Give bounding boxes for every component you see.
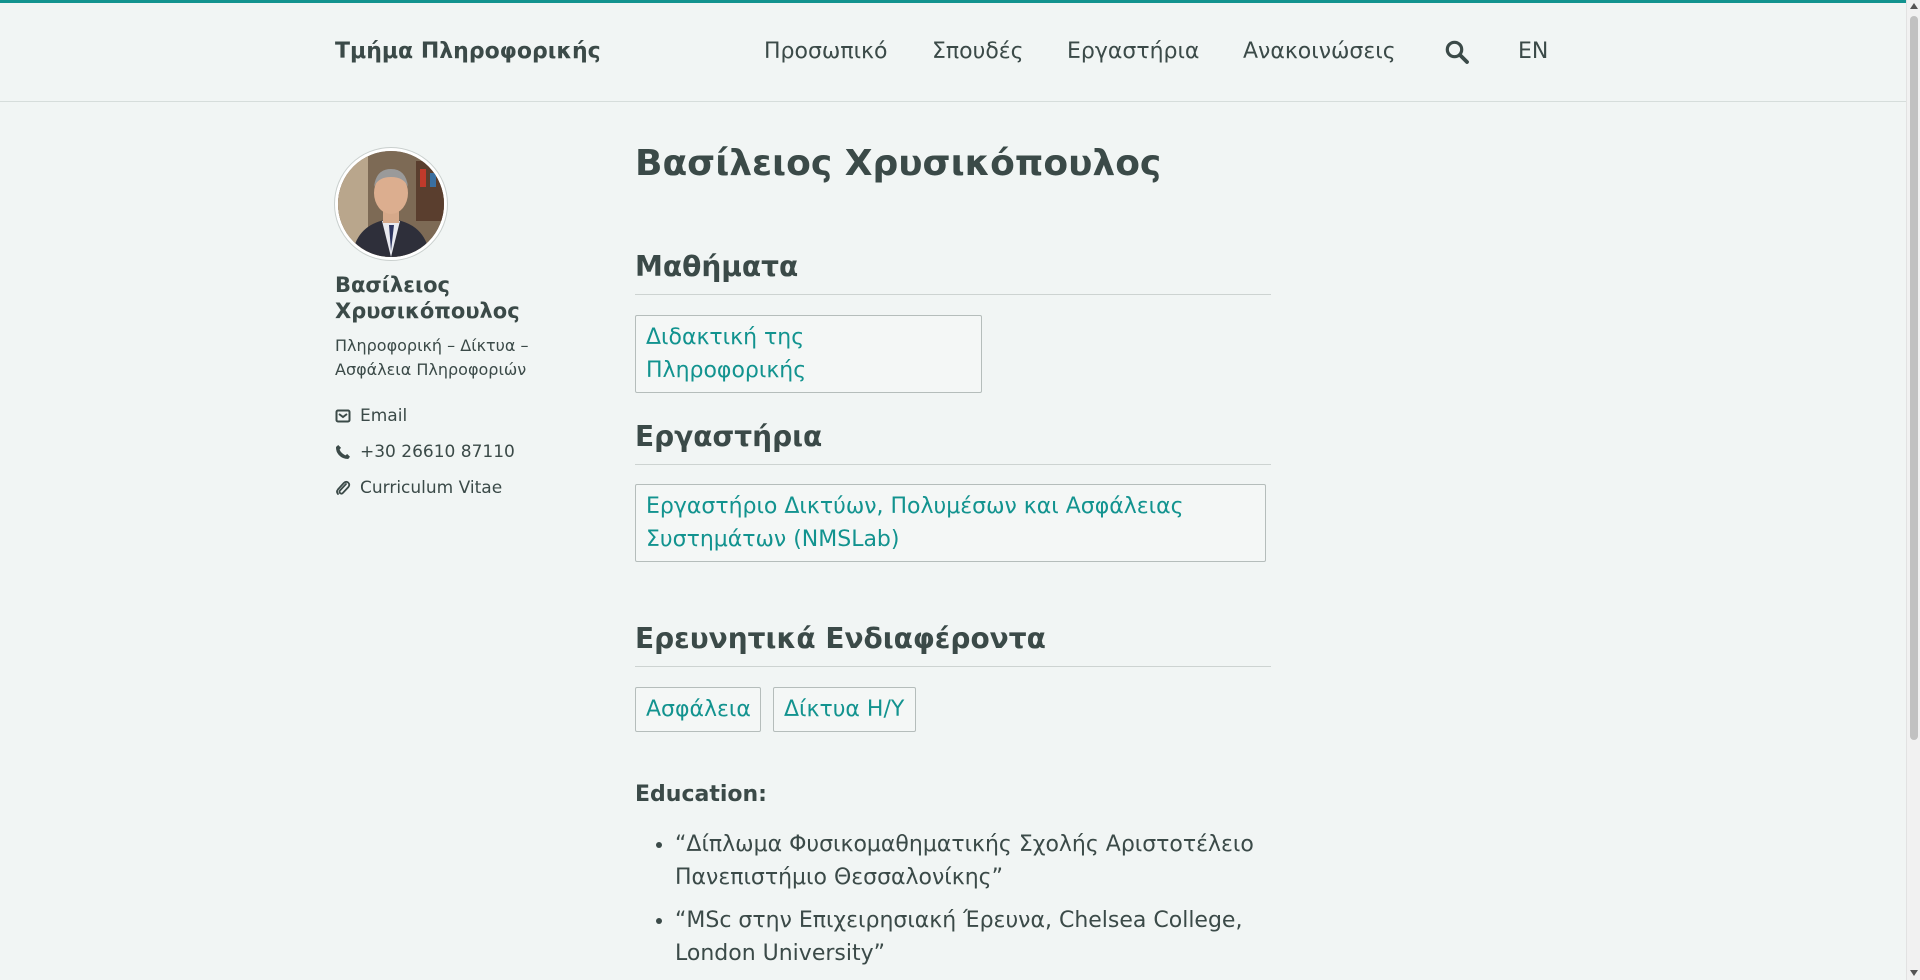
paperclip-icon — [336, 480, 351, 495]
nav-item-labs[interactable]: Εργαστήρια — [1067, 39, 1199, 64]
lab-tag[interactable]: Εργαστήριο Δικτύων, Πολυμέσων και Ασφάλε… — [635, 484, 1266, 562]
envelope-icon — [335, 409, 351, 423]
education-heading: Education: — [635, 782, 767, 807]
labs-heading: Εργαστήρια — [635, 418, 1271, 465]
phone-icon — [335, 445, 350, 459]
research-heading: Ερευνητικά Ενδιαφέροντα — [635, 620, 1271, 667]
scroll-up-icon[interactable] — [1910, 3, 1918, 9]
education-item: “MSc στην Επιχειρησιακή Έρευνα, Chelsea … — [675, 904, 1311, 970]
education-list: “Δίπλωμα Φυσικομαθηματικής Σχολής Αριστο… — [635, 828, 1311, 980]
avatar — [335, 148, 447, 260]
nav-item-announcements[interactable]: Ανακοινώσεις — [1243, 39, 1396, 64]
scroll-down-icon[interactable] — [1910, 970, 1918, 976]
courses-heading: Μαθήματα — [635, 248, 1271, 295]
cv-label: Curriculum Vitae — [360, 478, 503, 498]
cv-link[interactable]: Curriculum Vitae — [335, 478, 502, 498]
education-item: “Δίπλωμα Φυσικομαθηματικής Σχολής Αριστο… — [675, 828, 1311, 894]
email-label: Email — [360, 406, 408, 426]
language-switch[interactable]: EN — [1518, 39, 1548, 64]
research-tag-security[interactable]: Ασφάλεια — [635, 687, 761, 732]
navbar: Τμήμα Πληροφορικής Προσωπικό Σπουδές Εργ… — [0, 3, 1906, 102]
search-icon[interactable] — [1444, 39, 1470, 65]
scroll-thumb[interactable] — [1910, 16, 1918, 740]
email-link[interactable]: Email — [335, 406, 407, 426]
phone-link[interactable]: +30 26610 87110 — [335, 442, 515, 462]
profile-role: Πληροφορική – Δίκτυα – Ασφάλεια Πληροφορ… — [335, 336, 529, 379]
page-scrollbar[interactable] — [1906, 0, 1920, 980]
course-tag[interactable]: Διδακτική της Πληροφορικής — [635, 315, 982, 393]
page-title: Βασίλειος Χρυσικόπουλος — [635, 143, 1162, 184]
site-brand[interactable]: Τμήμα Πληροφορικής — [335, 39, 601, 64]
profile-name: Βασίλειος Χρυσικόπουλος — [335, 273, 520, 323]
research-tag-networks[interactable]: Δίκτυα Η/Υ — [773, 687, 916, 732]
nav-item-staff[interactable]: Προσωπικό — [764, 39, 887, 64]
phone-label: +30 26610 87110 — [360, 442, 515, 462]
nav-item-studies[interactable]: Σπουδές — [932, 39, 1024, 64]
